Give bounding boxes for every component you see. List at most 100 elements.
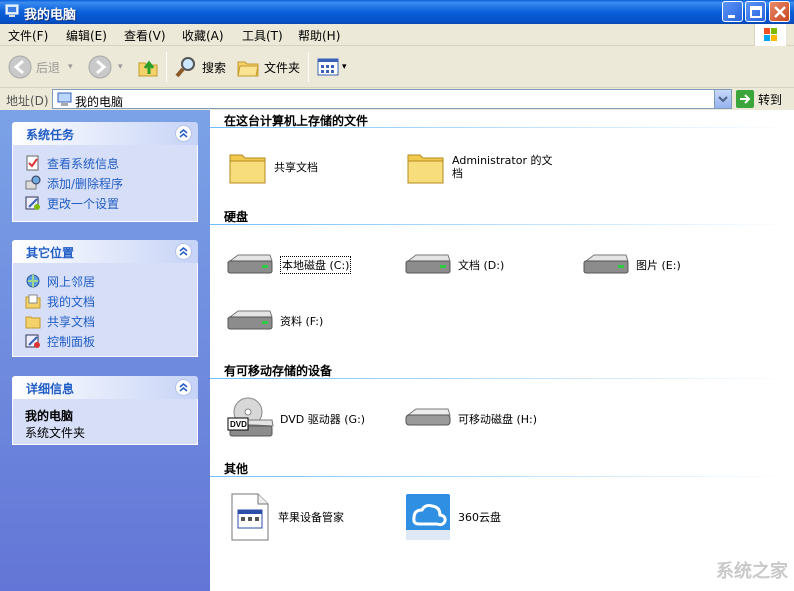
control-panel-icon xyxy=(25,196,40,210)
minimize-button[interactable] xyxy=(722,1,743,22)
other-places-panel: 其它位置 网上邻居 我的文档 共享文档 控制面板 xyxy=(12,240,198,357)
back-dropdown-icon[interactable]: ▾ xyxy=(68,62,73,72)
item-label: 图片 (E:) xyxy=(636,259,681,272)
folders-label: 文件夹 xyxy=(264,60,301,75)
task-label: 更改一个设置 xyxy=(47,196,120,211)
views-button[interactable]: ▾ xyxy=(316,54,347,80)
application-file-icon xyxy=(231,493,269,541)
chevron-down-icon xyxy=(718,96,728,103)
item-label: 360云盘 xyxy=(458,511,501,524)
folders-button[interactable]: 文件夹 xyxy=(236,54,300,80)
menu-view[interactable]: 查看(V) xyxy=(124,27,166,44)
place-label: 网上邻居 xyxy=(47,274,96,289)
drive-h-removable[interactable]: 可移动磁盘 (H:) xyxy=(404,394,537,444)
removable-disk-icon xyxy=(405,408,451,426)
folder-icon xyxy=(407,154,444,184)
toolbar-separator xyxy=(166,52,167,82)
group-divider xyxy=(210,378,794,379)
my-documents-icon xyxy=(25,294,41,309)
details-name: 我的电脑 xyxy=(25,409,74,423)
search-button[interactable]: 搜索 xyxy=(174,54,226,80)
details-title: 详细信息 xyxy=(26,382,75,396)
collapse-button[interactable] xyxy=(175,125,192,142)
svg-text:DVD: DVD xyxy=(230,420,247,429)
group-header-hdd: 硬盘 xyxy=(224,210,249,224)
address-bar: 地址(D) 我的电脑 转到 xyxy=(0,88,794,110)
menu-favorites[interactable]: 收藏(A) xyxy=(182,27,224,44)
chevron-up-icon xyxy=(179,129,188,138)
task-add-remove-programs[interactable]: 添加/删除程序 xyxy=(25,173,187,193)
search-icon xyxy=(175,57,195,78)
menu-help[interactable]: 帮助(H) xyxy=(298,27,340,44)
back-arrow-icon xyxy=(8,55,32,79)
details-panel: 详细信息 我的电脑 系统文件夹 xyxy=(12,376,198,445)
drive-d[interactable]: 文档 (D:) xyxy=(404,240,504,290)
menu-bar: 文件(F) 编辑(E) 查看(V) 收藏(A) 工具(T) 帮助(H) xyxy=(0,24,794,46)
forward-dropdown-icon[interactable]: ▾ xyxy=(118,62,123,72)
address-input[interactable]: 我的电脑 xyxy=(52,89,732,109)
forward-arrow-icon xyxy=(88,55,112,79)
task-change-setting[interactable]: 更改一个设置 xyxy=(25,193,187,213)
item-label: 本地磁盘 (C:) xyxy=(280,256,352,274)
item-label: 文档 (D:) xyxy=(458,259,505,272)
title-bar: 我的电脑 xyxy=(0,0,794,24)
place-shared-documents[interactable]: 共享文档 xyxy=(25,311,187,331)
network-places-icon xyxy=(26,274,40,288)
drive-c[interactable]: 本地磁盘 (C:) xyxy=(226,240,352,290)
toolbar: 后退 ▾ ▾ 搜索 文件夹 ▾ xyxy=(0,46,794,88)
collapse-button[interactable] xyxy=(175,379,192,396)
drive-e[interactable]: 图片 (E:) xyxy=(582,240,681,290)
maximize-button[interactable] xyxy=(745,1,766,22)
forward-button[interactable]: ▾ xyxy=(88,54,123,80)
back-label: 后退 xyxy=(36,60,61,75)
place-control-panel[interactable]: 控制面板 xyxy=(25,331,187,351)
menu-file[interactable]: 文件(F) xyxy=(8,27,48,44)
control-panel-icon xyxy=(25,334,40,348)
address-value: 我的电脑 xyxy=(75,95,124,109)
system-tasks-header[interactable]: 系统任务 xyxy=(12,122,198,145)
drive-f[interactable]: 资料 (F:) xyxy=(226,296,323,346)
close-icon xyxy=(774,6,786,18)
item-360-cloud[interactable]: 360云盘 xyxy=(404,492,501,542)
item-administrator-documents[interactable]: Administrator 的文档 xyxy=(406,142,562,192)
close-button[interactable] xyxy=(769,1,790,22)
back-button[interactable]: 后退 ▾ xyxy=(8,54,73,80)
item-label: 资料 (F:) xyxy=(280,315,324,328)
drive-g-dvd[interactable]: DVD DVD 驱动器 (G:) xyxy=(226,394,365,444)
collapse-button[interactable] xyxy=(175,243,192,260)
other-places-header[interactable]: 其它位置 xyxy=(12,240,198,263)
menu-edit[interactable]: 编辑(E) xyxy=(66,27,107,44)
place-network[interactable]: 网上邻居 xyxy=(25,271,187,291)
item-shared-documents[interactable]: 共享文档 xyxy=(228,142,318,192)
folder-icon xyxy=(229,154,266,184)
address-dropdown-button[interactable] xyxy=(714,90,731,108)
views-dropdown-icon[interactable]: ▾ xyxy=(342,62,347,72)
my-computer-icon xyxy=(57,92,72,106)
views-icon xyxy=(317,58,339,76)
other-places-title: 其它位置 xyxy=(26,246,75,260)
item-apple-device-manager[interactable]: 苹果设备管家 xyxy=(228,492,344,542)
up-folder-button[interactable] xyxy=(136,54,160,80)
task-view-system-info[interactable]: 查看系统信息 xyxy=(25,153,187,173)
hard-drive-icon xyxy=(227,254,273,274)
cloud-drive-icon xyxy=(406,494,450,540)
file-view: 在这台计算机上存储的文件 共享文档 Administrator 的文档 硬盘 本… xyxy=(210,110,794,591)
system-tasks-title: 系统任务 xyxy=(26,128,75,142)
watermark-logo: 系统之家 xyxy=(716,561,788,582)
go-button[interactable]: 转到 xyxy=(736,89,782,109)
hard-drive-icon xyxy=(227,310,273,330)
maximize-icon xyxy=(750,6,762,18)
windows-flag-icon xyxy=(764,28,777,41)
details-header[interactable]: 详细信息 xyxy=(12,376,198,399)
group-divider xyxy=(210,127,794,128)
search-label: 搜索 xyxy=(202,60,227,75)
window-title: 我的电脑 xyxy=(24,8,77,23)
task-pane: 系统任务 查看系统信息 添加/删除程序 更改一个设置 其它位置 网上邻居 我的文… xyxy=(0,110,210,591)
place-my-documents[interactable]: 我的文档 xyxy=(25,291,187,311)
item-label: 可移动磁盘 (H:) xyxy=(458,413,538,426)
menu-tools[interactable]: 工具(T) xyxy=(242,27,283,44)
item-label: Administrator 的文档 xyxy=(452,154,553,180)
minimize-icon xyxy=(728,15,735,18)
toolbar-separator xyxy=(308,52,309,82)
up-folder-icon xyxy=(138,60,158,77)
